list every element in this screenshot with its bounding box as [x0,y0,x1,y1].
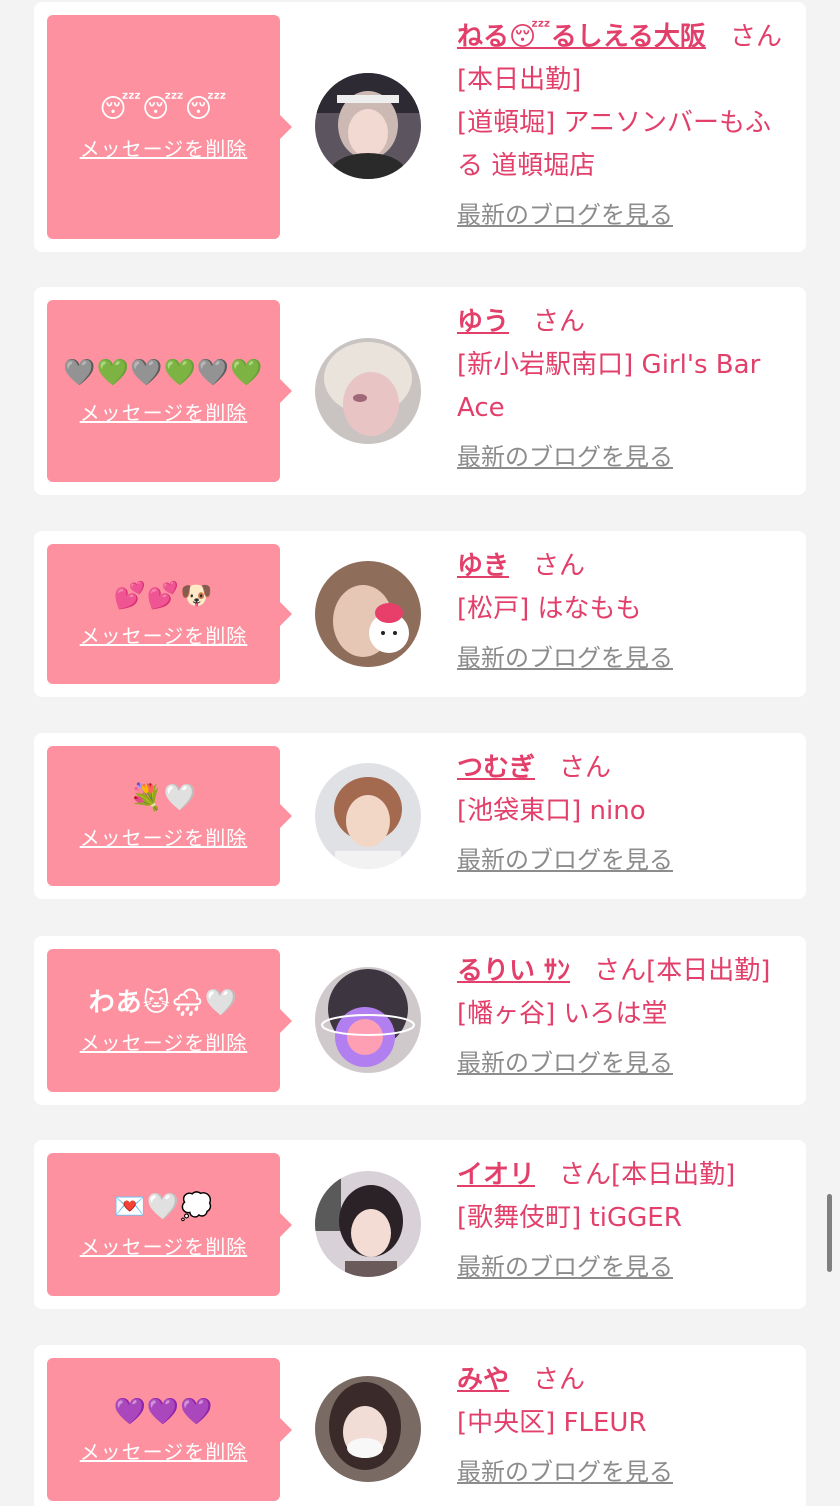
delete-message-link[interactable]: メッセージを削除 [80,1439,248,1465]
delete-message-link[interactable]: メッセージを削除 [80,1030,248,1056]
delete-message-link[interactable]: メッセージを削除 [80,1234,248,1260]
latest-blog-link[interactable]: 最新のブログを見る [457,1046,673,1080]
shop-name: [新小岩駅南口] Girl's Bar Ace [457,350,761,423]
avatar[interactable] [315,73,421,179]
status-badge: [本日出勤] [457,65,582,95]
message-bubble: 🩶💚🩶💚🩶💚 メッセージを削除 [47,300,292,482]
shop-name: [幡ヶ谷] いろは堂 [457,999,668,1029]
shop-name: [池袋東口] nino [457,796,646,826]
latest-blog-link[interactable]: 最新のブログを見る [457,440,673,474]
list-item: わあ🐱🌧🤍 メッセージを削除 るりい ｻﾝ さん[本日出勤] [幡ヶ谷] いろは堂… [34,936,806,1105]
honorific: さん [559,753,612,783]
message-text: 🩶💚🩶💚🩶💚 [63,358,264,388]
status-badge: [本日出勤] [611,1160,736,1190]
cast-info: ゆう さん [新小岩駅南口] Girl's Bar Ace 最新のブログを見る [457,301,790,479]
message-bubble: 😴😴😴 メッセージを削除 [47,15,292,239]
latest-blog-link[interactable]: 最新のブログを見る [457,641,673,675]
list-item: 💕💕🐶 メッセージを削除 ゆき さん [松戸] はなもも 最新のブログを見る [34,531,806,697]
avatar[interactable] [315,561,421,667]
cast-info: ねる😴るしえる大阪 さん [本日出勤] [道頓堀] アニソンバーもふる 道頓堀店 最… [457,16,790,237]
list-item: 💜💜💜 メッセージを削除 みや さん [中央区] FLEUR 最新のブログを見る [34,1345,806,1506]
cast-info: ゆき さん [松戸] はなもも 最新のブログを見る [457,545,790,680]
honorific: さん [533,307,586,337]
cast-name-link[interactable]: ゆう [457,307,509,337]
delete-message-link[interactable]: メッセージを削除 [80,136,248,162]
message-bubble: 💐🤍 メッセージを削除 [47,746,292,886]
honorific: さん [594,956,647,986]
shop-name: [松戸] はなもも [457,594,642,624]
honorific: さん [533,551,586,581]
latest-blog-link[interactable]: 最新のブログを見る [457,1455,673,1489]
avatar[interactable] [315,763,421,869]
latest-blog-link[interactable]: 最新のブログを見る [457,198,673,232]
message-text: 💕💕🐶 [113,581,214,611]
delete-message-link[interactable]: メッセージを削除 [80,400,248,426]
avatar[interactable] [315,338,421,444]
cast-name-link[interactable]: ゆき [457,551,509,581]
cast-name-link[interactable]: ねる😴るしえる大阪 [457,22,706,52]
honorific: さん [729,22,782,52]
avatar[interactable] [315,1171,421,1277]
message-bubble: 💌🤍💭 メッセージを削除 [47,1153,292,1296]
cast-name-link[interactable]: みや [457,1365,509,1395]
list-item: 💐🤍 メッセージを削除 つむぎ さん [池袋東口] nino 最新のブログを見る [34,733,806,899]
message-text: 💜💜💜 [113,1396,214,1427]
delete-message-link[interactable]: メッセージを削除 [80,623,248,649]
shop-name: [道頓堀] アニソンバーもふる 道頓堀店 [457,108,772,181]
message-bubble: 💕💕🐶 メッセージを削除 [47,544,292,684]
latest-blog-link[interactable]: 最新のブログを見る [457,1250,673,1284]
shop-name: [中央区] FLEUR [457,1408,647,1438]
list-item: 💌🤍💭 メッセージを削除 イオリ さん[本日出勤] [歌舞伎町] tiGGER 最… [34,1140,806,1309]
message-text: 💐🤍 [130,783,197,813]
status-badge: [本日出勤] [646,956,771,986]
scrollbar[interactable] [827,1194,832,1272]
cast-info: みや さん [中央区] FLEUR 最新のブログを見る [457,1359,790,1494]
cast-name-link[interactable]: るりい ｻﾝ [457,956,570,986]
cast-info: るりい ｻﾝ さん[本日出勤] [幡ヶ谷] いろは堂 最新のブログを見る [457,950,790,1085]
honorific: さん [533,1365,586,1395]
message-text: わあ🐱🌧🤍 [88,987,239,1018]
message-text: 😴😴😴 [99,94,228,124]
list-item: 🩶💚🩶💚🩶💚 メッセージを削除 ゆう さん [新小岩駅南口] Girl's Bar… [34,287,806,495]
message-bubble: 💜💜💜 メッセージを削除 [47,1358,292,1501]
honorific: さん [559,1160,612,1190]
cast-name-link[interactable]: つむぎ [457,753,535,783]
shop-name: [歌舞伎町] tiGGER [457,1203,682,1233]
message-text: 💌🤍💭 [113,1191,214,1222]
latest-blog-link[interactable]: 最新のブログを見る [457,843,673,877]
list-item: 😴😴😴 メッセージを削除 ねる😴るしえる大阪 さん [本日出勤] [道頓堀] アニソ… [34,2,806,252]
message-bubble: わあ🐱🌧🤍 メッセージを削除 [47,949,292,1092]
delete-message-link[interactable]: メッセージを削除 [80,825,248,851]
cast-name-link[interactable]: イオリ [457,1160,535,1190]
cast-info: つむぎ さん [池袋東口] nino 最新のブログを見る [457,747,790,882]
cast-info: イオリ さん[本日出勤] [歌舞伎町] tiGGER 最新のブログを見る [457,1154,790,1289]
avatar[interactable] [315,1376,421,1482]
avatar[interactable] [315,967,421,1073]
